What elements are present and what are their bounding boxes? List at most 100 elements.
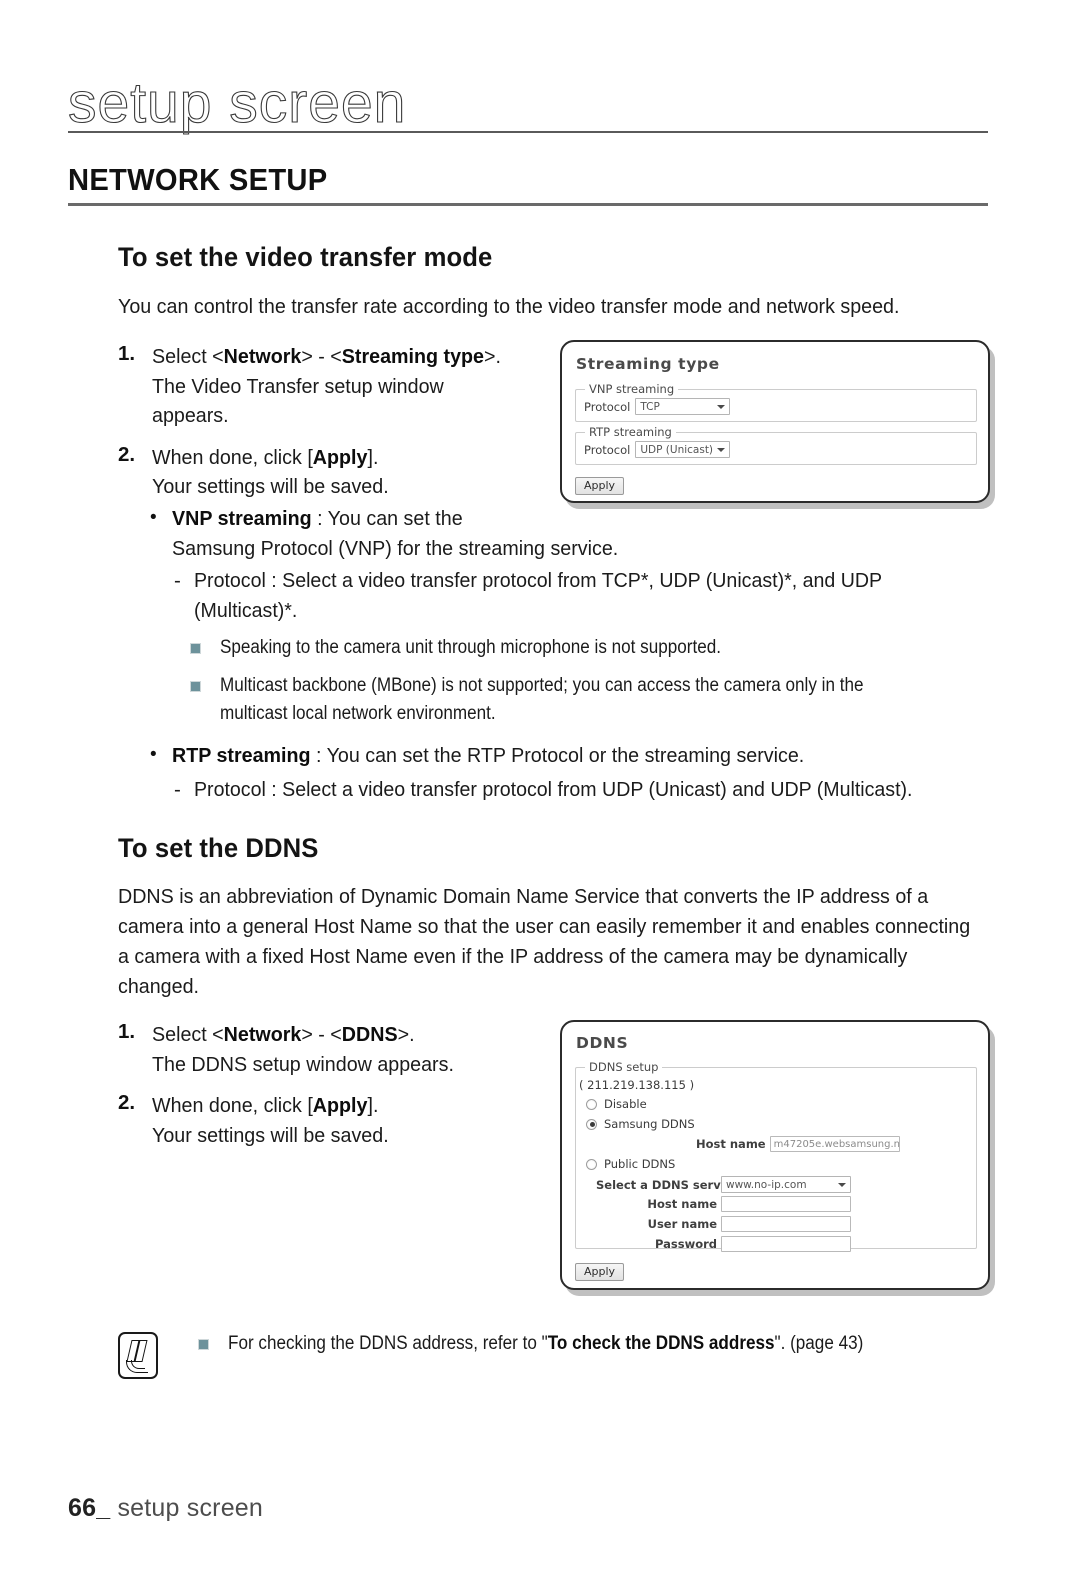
vnp-protocol-select[interactable]: TCP — [635, 398, 731, 415]
username-input[interactable] — [721, 1216, 851, 1232]
ddns-service-row: Select a DDNS service www.no-ip.com — [596, 1176, 851, 1193]
note-text: For checking the DDNS address, refer to … — [228, 1330, 921, 1358]
ddns-service-label: Select a DDNS service — [596, 1177, 740, 1192]
step-line: Your settings will be saved. — [152, 475, 389, 498]
vnp-protocol-label: Protocol — [584, 399, 631, 414]
square-bullet-icon — [190, 643, 201, 654]
ddns-setup-fieldset: DDNS setup ( 211.219.138.115 ) Disable S… — [575, 1060, 977, 1252]
public-hostname-label: Host name — [647, 1197, 717, 1211]
password-input[interactable] — [721, 1236, 851, 1252]
public-hostname-row: Host name — [596, 1196, 851, 1212]
ddns-apply-wrap: Apply — [575, 1260, 625, 1281]
square-bullet-icon — [198, 1339, 209, 1350]
bullet-lead: VNP streaming — [172, 507, 312, 530]
note-body: For checking the DDNS address, refer to … — [198, 1330, 998, 1358]
rtp-protocol-select[interactable]: UDP (Unicast) — [635, 441, 731, 458]
vnp-protocol-row: Protocol TCP — [584, 398, 731, 415]
dash-line: Protocol : Select a video transfer proto… — [194, 569, 883, 592]
running-head: setup screen — [67, 71, 988, 134]
manual-note-icon — [118, 1332, 158, 1379]
vnp-protocol-dash: Protocol : Select a video transfer proto… — [172, 566, 1002, 626]
password-row: Password — [596, 1236, 851, 1252]
radio-samsung-ddns-icon[interactable] — [586, 1118, 597, 1130]
dialog-title: Streaming type — [576, 355, 720, 373]
bullet-rest: : You can set the — [311, 507, 463, 530]
page-title: NETWORK SETUP — [68, 162, 328, 197]
subheading-ddns: To set the DDNS — [118, 833, 319, 863]
step-number: 2. — [118, 442, 136, 466]
apply-button[interactable]: Apply — [575, 476, 625, 495]
ddns-ip-address: ( 211.219.138.115 ) — [579, 1078, 695, 1092]
step-line: When done, click [Apply]. — [152, 1094, 379, 1117]
bullet-line: VNP streaming : You can set the — [172, 504, 963, 534]
radio-public-ddns-label: Public DDNS — [604, 1157, 676, 1171]
video-intro-paragraph: You can control the transfer rate accord… — [118, 295, 900, 318]
radio-samsung-ddns-label: Samsung DDNS — [604, 1117, 695, 1131]
rtp-protocol-value: UDP (Unicast) — [640, 443, 714, 456]
bullet-item: RTP streaming : You can set the RTP Prot… — [146, 740, 996, 771]
step-line: Select <Network> - <Streaming type>. — [152, 345, 501, 368]
dash-line: (Multicast)*. — [194, 599, 298, 622]
note-item: Multicast backbone (MBone) is not suppor… — [190, 672, 1002, 728]
footer-page-number: 66_ — [68, 1494, 111, 1522]
manual-page: setup screen NETWORK SETUP To set the vi… — [0, 0, 1080, 1571]
note-item: Speaking to the camera unit through micr… — [190, 634, 1002, 662]
chevron-down-icon — [717, 405, 726, 409]
bullet-item: VNP streaming : You can set the Samsung … — [146, 503, 996, 564]
rtp-protocol-label: Protocol — [584, 442, 631, 457]
dash-item: Protocol : Select a video transfer proto… — [172, 775, 1002, 805]
ddns-service-select[interactable]: www.no-ip.com — [721, 1176, 851, 1193]
note-prefix: For checking the DDNS address, refer to … — [228, 1333, 548, 1354]
samsung-hostname-row: Host name m47205e.websamsung.net — [696, 1136, 900, 1152]
streaming-type-dialog: Streaming type VNP streaming Protocol TC… — [560, 340, 990, 503]
radio-disable-icon[interactable] — [586, 1098, 597, 1110]
fieldset-legend: RTP streaming — [585, 425, 676, 439]
rtp-streaming-fieldset: RTP streaming Protocol UDP (Unicast) — [575, 425, 977, 465]
note-text: Speaking to the camera unit through micr… — [220, 637, 721, 658]
radio-public-ddns-icon[interactable] — [586, 1158, 597, 1170]
ddns-paragraph: DDNS is an abbreviation of Dynamic Domai… — [118, 885, 971, 998]
fieldset-legend: VNP streaming — [585, 382, 679, 396]
bullet-rest: : You can set the RTP Protocol or the st… — [310, 744, 805, 767]
ddns-note-block: For checking the DDNS address, refer to … — [118, 1330, 998, 1379]
dialog-title: DDNS — [576, 1034, 629, 1052]
radio-samsung-ddns-row[interactable]: Samsung DDNS — [586, 1117, 695, 1131]
username-label: User name — [647, 1217, 717, 1231]
bullet-lead: RTP streaming — [172, 744, 311, 767]
step-item: 1. Select <Network> - <Streaming type>. … — [118, 342, 558, 431]
password-label: Password — [655, 1237, 717, 1251]
chevron-down-icon — [717, 448, 726, 452]
vnp-streaming-bullet: VNP streaming : You can set the Samsung … — [146, 503, 996, 564]
public-hostname-input[interactable] — [721, 1196, 851, 1212]
step-number: 1. — [118, 1020, 136, 1043]
vnp-notes-list: Speaking to the camera unit through micr… — [190, 634, 1002, 738]
vnp-streaming-fieldset: VNP streaming Protocol TCP — [575, 382, 977, 422]
step-line: appears. — [152, 404, 229, 427]
step-item: 2. When done, click [Apply]. Your settin… — [118, 443, 558, 502]
radio-disable-row[interactable]: Disable — [586, 1097, 647, 1111]
vnp-protocol-value: TCP — [640, 400, 660, 413]
subheading-video-transfer: To set the video transfer mode — [118, 242, 493, 272]
ddns-steps-list: 1. Select <Network> - <DDNS>. The DDNS s… — [118, 1020, 558, 1162]
step-line: The Video Transfer setup window — [152, 374, 444, 398]
step-item: 1. Select <Network> - <DDNS>. The DDNS s… — [118, 1020, 558, 1079]
streaming-apply-wrap: Apply — [575, 474, 625, 495]
dash-item: Protocol : Select a video transfer proto… — [172, 566, 1002, 626]
ddns-service-value: www.no-ip.com — [726, 1178, 807, 1191]
header-rule — [68, 131, 988, 133]
note-suffix: ". (page 43) — [774, 1333, 864, 1354]
bullet-line: RTP streaming : You can set the RTP Prot… — [172, 741, 963, 771]
apply-button[interactable]: Apply — [575, 1262, 625, 1281]
fieldset-legend: DDNS setup — [585, 1060, 663, 1074]
radio-disable-label: Disable — [604, 1097, 647, 1111]
chevron-down-icon — [838, 1183, 846, 1187]
rtp-protocol-row: Protocol UDP (Unicast) — [584, 441, 731, 458]
step-item: 2. When done, click [Apply]. Your settin… — [118, 1091, 558, 1150]
username-row: User name — [596, 1216, 851, 1232]
step-line: When done, click [Apply]. — [152, 445, 379, 469]
footer-label: setup screen — [117, 1494, 264, 1522]
samsung-hostname-input[interactable]: m47205e.websamsung.net — [769, 1136, 900, 1152]
page-footer: 66_ setup screen — [68, 1494, 263, 1523]
square-bullet-icon — [190, 681, 201, 692]
radio-public-ddns-row[interactable]: Public DDNS — [586, 1157, 675, 1171]
